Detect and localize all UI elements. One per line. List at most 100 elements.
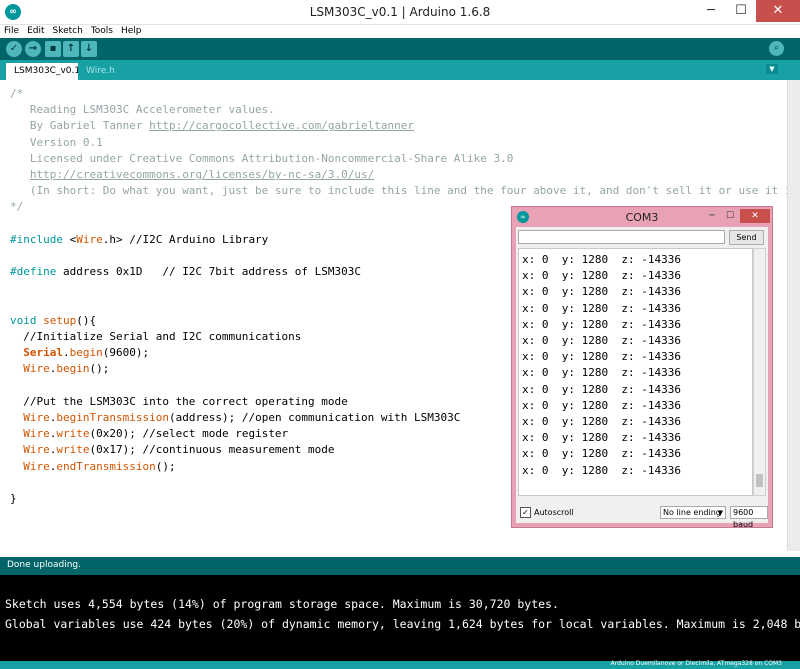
- code-text-span: ();: [89, 362, 110, 376]
- serial-scrollbar[interactable]: [753, 248, 766, 496]
- close-icon[interactable]: ✕: [740, 209, 770, 223]
- magnifier-icon[interactable]: ⌕: [769, 41, 784, 56]
- serial-line: x: 0 y: 1280 z: -14336: [522, 431, 681, 445]
- code-object: Serial: [23, 346, 63, 360]
- tab-wire-h[interactable]: Wire.h: [78, 63, 123, 80]
- editor-scrollbar[interactable]: [787, 80, 800, 551]
- toolbar: ✓ → ▪ ↑ ↓ ⌕: [0, 38, 800, 60]
- serial-title-bar[interactable]: ∞ COM3 ─ ☐ ✕: [512, 207, 772, 227]
- code-link[interactable]: http://cargocollective.com/gabrieltanner: [149, 119, 414, 132]
- code-comment: */: [10, 200, 24, 214]
- new-file-icon[interactable]: ▪: [45, 41, 61, 57]
- code-text-span: (){: [76, 313, 97, 327]
- status-message: Done uploading.: [7, 560, 81, 570]
- code-comment: //Initialize Serial and I2C communicatio…: [10, 330, 302, 344]
- menu-edit[interactable]: Edit: [23, 25, 48, 38]
- code-comment: //Put the LSM303C into the correct opera…: [10, 394, 348, 408]
- tab-lsm303c[interactable]: LSM303C_v0.1: [6, 63, 89, 80]
- code-header-name: Wire: [76, 232, 103, 246]
- serial-line: x: 0 y: 1280 z: -14336: [522, 463, 681, 477]
- code-comment: //open communication with LSM303C: [241, 411, 461, 425]
- code-comment: //I2C Arduino Library: [122, 232, 269, 246]
- arrow-right-icon[interactable]: →: [25, 41, 41, 57]
- autoscroll-label: Autoscroll: [534, 508, 574, 517]
- checkbox-checked-icon[interactable]: ✓: [520, 507, 531, 518]
- tab-menu-chevron-down-icon[interactable]: ▼: [766, 64, 778, 74]
- code-text-span: .h>: [102, 232, 123, 246]
- baud-select[interactable]: 9600 baud: [730, 506, 768, 529]
- code-comment: //select mode register: [142, 427, 289, 441]
- code-function: endTransmission: [56, 459, 156, 473]
- code-object: Wire: [23, 427, 50, 441]
- menu-tools[interactable]: Tools: [87, 25, 117, 38]
- code-function: write: [56, 443, 90, 457]
- serial-send-input[interactable]: [518, 230, 725, 244]
- serial-line: x: 0 y: 1280 z: -14336: [522, 301, 681, 315]
- code-comment: //continuous measurement mode: [142, 443, 335, 457]
- minimize-icon[interactable]: ─: [696, 0, 726, 22]
- code-object: Wire: [23, 443, 50, 457]
- chevron-down-icon: ▼: [717, 509, 723, 517]
- serial-line: x: 0 y: 1280 z: -14336: [522, 398, 681, 412]
- serial-footer: ✓ Autoscroll No line ending ▼ 9600 baud: [518, 505, 768, 529]
- serial-line: x: 0 y: 1280 z: -14336: [522, 382, 681, 396]
- serial-line: x: 0 y: 1280 z: -14336: [522, 334, 681, 348]
- code-comment: // I2C 7bit address of LSM303C: [142, 265, 361, 279]
- serial-line: x: 0 y: 1280 z: -14336: [522, 285, 681, 299]
- baud-value: 9600 baud: [733, 508, 754, 529]
- code-object: Wire: [23, 411, 50, 425]
- code-comment: Licensed under Creative Commons Attribut…: [10, 151, 514, 165]
- maximize-icon[interactable]: ☐: [722, 209, 738, 223]
- code-function: setup: [43, 313, 77, 327]
- board-status-bar: Arduino Duemilanove or Diecimila, ATmega…: [0, 660, 800, 669]
- window-title: LSM303C_v0.1 | Arduino 1.6.8: [309, 5, 491, 19]
- code-text-span: (9600);: [102, 346, 150, 360]
- autoscroll-toggle[interactable]: ✓ Autoscroll: [520, 507, 574, 518]
- serial-output-lines: x: 0 y: 1280 z: -14336 x: 0 y: 1280 z: -…: [522, 252, 681, 479]
- console-text: Sketch uses 4,554 bytes (14%) of program…: [5, 594, 800, 634]
- menu-help[interactable]: Help: [117, 25, 146, 38]
- status-bar: Done uploading.: [0, 557, 800, 575]
- scrollbar-thumb[interactable]: [756, 474, 763, 487]
- code-keyword: void: [10, 313, 37, 327]
- close-icon[interactable]: ✕: [756, 0, 800, 22]
- code-comment: Reading LSM303C Accelerometer values.: [10, 103, 275, 117]
- serial-line: x: 0 y: 1280 z: -14336: [522, 253, 681, 266]
- code-text-span: (0x20);: [89, 427, 143, 441]
- code-comment: By Gabriel Tanner: [10, 119, 150, 133]
- window-controls: ─ ☐ ✕: [696, 0, 800, 22]
- minimize-icon[interactable]: ─: [704, 209, 720, 223]
- console-output: Sketch uses 4,554 bytes (14%) of program…: [0, 575, 800, 661]
- serial-line: x: 0 y: 1280 z: -14336: [522, 317, 681, 331]
- code-text-span: (address);: [168, 411, 242, 425]
- arrow-down-icon[interactable]: ↓: [81, 41, 97, 57]
- arrow-up-icon[interactable]: ↑: [63, 41, 79, 57]
- code-text-span: ();: [155, 459, 176, 473]
- menu-bar: File Edit Sketch Tools Help: [0, 25, 800, 38]
- serial-line: x: 0 y: 1280 z: -14336: [522, 269, 681, 283]
- code-function: begin: [69, 346, 103, 360]
- check-icon[interactable]: ✓: [6, 41, 22, 57]
- serial-line: x: 0 y: 1280 z: -14336: [522, 447, 681, 461]
- code-comment: Version 0.1: [10, 135, 103, 149]
- line-ending-value: No line ending: [663, 508, 721, 517]
- code-text-span: }: [10, 492, 17, 506]
- code-link[interactable]: http://creativecommons.org/licenses/by-n…: [30, 168, 374, 181]
- code-text-span: (0x17);: [89, 443, 143, 457]
- maximize-icon[interactable]: ☐: [726, 0, 756, 22]
- code-text-span: address 0x1D: [56, 265, 143, 279]
- console-line: Sketch uses 4,554 bytes (14%) of program…: [5, 597, 559, 611]
- code-object: Wire: [23, 459, 50, 473]
- serial-line: x: 0 y: 1280 z: -14336: [522, 366, 681, 380]
- menu-file[interactable]: File: [0, 25, 23, 38]
- title-bar: ∞ LSM303C_v0.1 | Arduino 1.6.8 ─ ☐ ✕: [0, 0, 800, 25]
- menu-sketch[interactable]: Sketch: [49, 25, 87, 38]
- serial-line: x: 0 y: 1280 z: -14336: [522, 415, 681, 429]
- board-info: Arduino Duemilanove or Diecimila, ATmega…: [610, 660, 782, 667]
- line-ending-select[interactable]: No line ending ▼: [660, 506, 726, 519]
- console-line: Global variables use 424 bytes (20%) of …: [5, 617, 800, 631]
- code-function: begin: [56, 362, 90, 376]
- tab-bar: LSM303C_v0.1 Wire.h ▼: [0, 60, 800, 80]
- serial-window-controls: ─ ☐ ✕: [702, 209, 770, 223]
- send-button[interactable]: Send: [729, 230, 764, 245]
